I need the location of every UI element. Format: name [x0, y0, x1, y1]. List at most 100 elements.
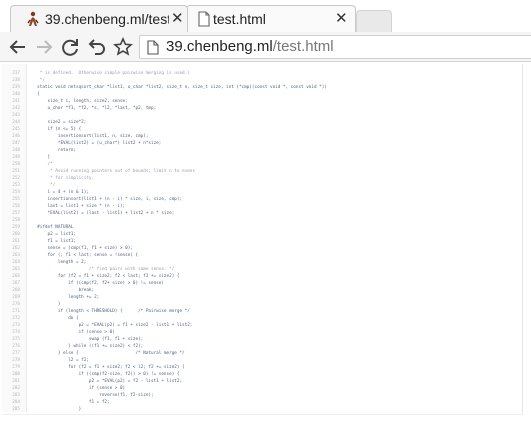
code-text: */ — [32, 78, 45, 83]
code-line: 255 insertionsort(list1 + (n - i) * size… — [2, 196, 342, 203]
line-number: 239 — [12, 85, 20, 90]
code-text: p2 = *EVAL(p2) = f1 + size2 - list1 + li… — [32, 323, 193, 328]
code-text: if (sense > 0) — [32, 386, 126, 391]
code-text: p2 = list1; — [32, 232, 76, 237]
back-arrow-icon[interactable] — [7, 36, 29, 58]
line-number: 253 — [12, 183, 20, 188]
code-text: * Avoid running pointers out of bounds; … — [32, 169, 195, 174]
code-text: if (sense > 0) — [32, 330, 115, 335]
code-line: 264 length = 2; — [2, 259, 342, 266]
code-text: /* find pairs with same sense. */ — [32, 267, 175, 272]
code-line: 277 } else { /* Natural merge */ — [2, 350, 342, 357]
code-text: insertionsort(list1 + (n - i) * size, i,… — [32, 197, 183, 202]
tab-title: 39.chenbeng.ml/test.ht — [45, 11, 169, 27]
code-line: 261 f1 = list1; — [2, 238, 342, 245]
code-text: break; — [32, 288, 95, 293]
code-text: if (n <= 5) { — [32, 127, 82, 132]
line-number: 257 — [12, 211, 20, 216]
line-number: 267 — [12, 281, 20, 286]
line-number: 274 — [12, 330, 20, 335]
code-text: return; — [32, 148, 76, 153]
code-text: #ifdef NATURAL — [32, 225, 74, 230]
code-text: length = 2; — [32, 260, 87, 265]
code-line: 250 /* — [2, 161, 342, 168]
address-bar[interactable]: 39.chenbeng.ml/test.html — [139, 35, 531, 59]
code-line: 284 f1 = f2; — [2, 399, 342, 406]
code-line: 241 size_t i, length, size2, sense; — [2, 98, 342, 105]
code-line: 245 if (n <= 5) { — [2, 126, 342, 133]
new-tab-button[interactable] — [356, 10, 392, 32]
line-number: 249 — [12, 155, 20, 160]
code-line: 257 *EVAL(list2) = (last - list1) + list… — [2, 210, 342, 217]
code-line: 269 length += 2; — [2, 294, 342, 301]
url-path: /test.html — [272, 38, 334, 55]
tab-close-button[interactable]: ✕ — [335, 11, 348, 27]
line-number: 242 — [12, 106, 20, 111]
code-text: swap (f1, f1 + size); — [32, 337, 144, 342]
line-number: 261 — [12, 239, 20, 244]
code-line: 243 — [2, 112, 342, 119]
code-text: for (f2 = f1 + size2; f2 < last; f2 += s… — [32, 274, 180, 279]
code-line: 262 sense = (cmp(f1, f1 + size) > 0); — [2, 245, 342, 252]
code-line: 260 p2 = list1; — [2, 231, 342, 238]
line-number: 251 — [12, 169, 20, 174]
code-line: 265 /* find pairs with same sense. */ — [2, 266, 342, 273]
line-number: 245 — [12, 127, 20, 132]
line-number: 243 — [12, 113, 20, 118]
line-number: 262 — [12, 246, 20, 251]
code-text: f1 = f2; — [32, 400, 110, 405]
code-line: 239 static void netsqsort_char *list1, u… — [2, 84, 342, 91]
code-text: } — [32, 155, 51, 160]
code-line: 240 { — [2, 91, 342, 98]
reload-icon[interactable] — [59, 36, 81, 58]
code-line: 248 return; — [2, 147, 342, 154]
code-line: 249 } — [2, 154, 342, 161]
line-number: 255 — [12, 197, 20, 202]
code-line: 253 */ — [2, 182, 342, 189]
line-number: 278 — [12, 358, 20, 363]
code-text: u_char *f1, *f2, *s, *l2, *last, *p2, tm… — [32, 106, 157, 111]
url-text: 39.chenbeng.ml/test.html — [166, 38, 334, 55]
undo-icon[interactable] — [85, 36, 107, 58]
code-text: f1 = list1; — [32, 239, 76, 244]
code-text: p2 = *EVAL(p2) = f2 - list1 + list2; — [32, 379, 183, 384]
page-info-icon[interactable] — [147, 40, 159, 55]
tab-close-button[interactable]: ✕ — [171, 11, 184, 27]
page-icon — [198, 11, 210, 27]
code-line: 266 for (f2 = f1 + size2; f2 < last; f2 … — [2, 273, 342, 280]
code-text: reverse(f1, f2-size); — [32, 393, 154, 398]
line-number: 282 — [12, 386, 20, 391]
line-number: 284 — [12, 400, 20, 405]
code-text: * for simplicity. — [32, 176, 95, 181]
url-host: 39.chenbeng.ml — [166, 38, 273, 55]
bookmark-star-icon[interactable] — [112, 36, 134, 58]
code-text: size2 = size*2; — [32, 120, 87, 125]
code-line: 281 p2 = *EVAL(p2) = f2 - list1 + list2; — [2, 378, 342, 385]
code-line: 247 *EVAL(list2) = (u_char*) list2 + n*s… — [2, 140, 342, 147]
line-number: 276 — [12, 344, 20, 349]
line-number: 283 — [12, 393, 20, 398]
line-number: 279 — [12, 365, 20, 370]
line-number: 256 — [12, 204, 20, 209]
code-line: 275 swap (f1, f1 + size); — [2, 336, 342, 343]
code-line: 270 } — [2, 301, 342, 308]
code-line: 259 #ifdef NATURAL — [2, 224, 342, 231]
code-text: */ — [32, 183, 56, 188]
code-text: if (length < THRESHOLD) { /* Pairwise me… — [32, 309, 190, 314]
code-text: /* — [32, 162, 53, 167]
page-content: 237 * is defined. Otherwise simple pairw… — [0, 62, 531, 440]
tab-active[interactable]: 39.chenbeng.ml/test.ht ✕ — [10, 5, 188, 32]
forward-arrow-icon[interactable] — [33, 36, 55, 58]
code-line: 251 * Avoid running pointers out of boun… — [2, 168, 342, 175]
line-number: 237 — [12, 71, 20, 76]
tab-inactive[interactable]: test.html ✕ — [186, 5, 356, 32]
code-text: for (f2 = f1 + size2; f2 < l2; f2 += siz… — [32, 365, 185, 370]
code-line: 273 p2 = *EVAL(p2) = f1 + size2 - list1 … — [2, 322, 342, 329]
code-line: 254 i = 4 + (n & 1); — [2, 189, 342, 196]
code-line: 263 for (; f1 < last; sense = !sense) { — [2, 252, 342, 259]
code-text: if ((cmp(f2, f2+ size) > 0) != sense) — [32, 281, 164, 286]
code-text: *EVAL(list2) = (last - list1) + list2 + … — [32, 211, 175, 216]
code-line: 267 if ((cmp(f2, f2+ size) > 0) != sense… — [2, 280, 342, 287]
line-number: 260 — [12, 232, 20, 237]
code-line: 280 if ((cmp(f2-size, f2)) > 0) != sense… — [2, 371, 342, 378]
